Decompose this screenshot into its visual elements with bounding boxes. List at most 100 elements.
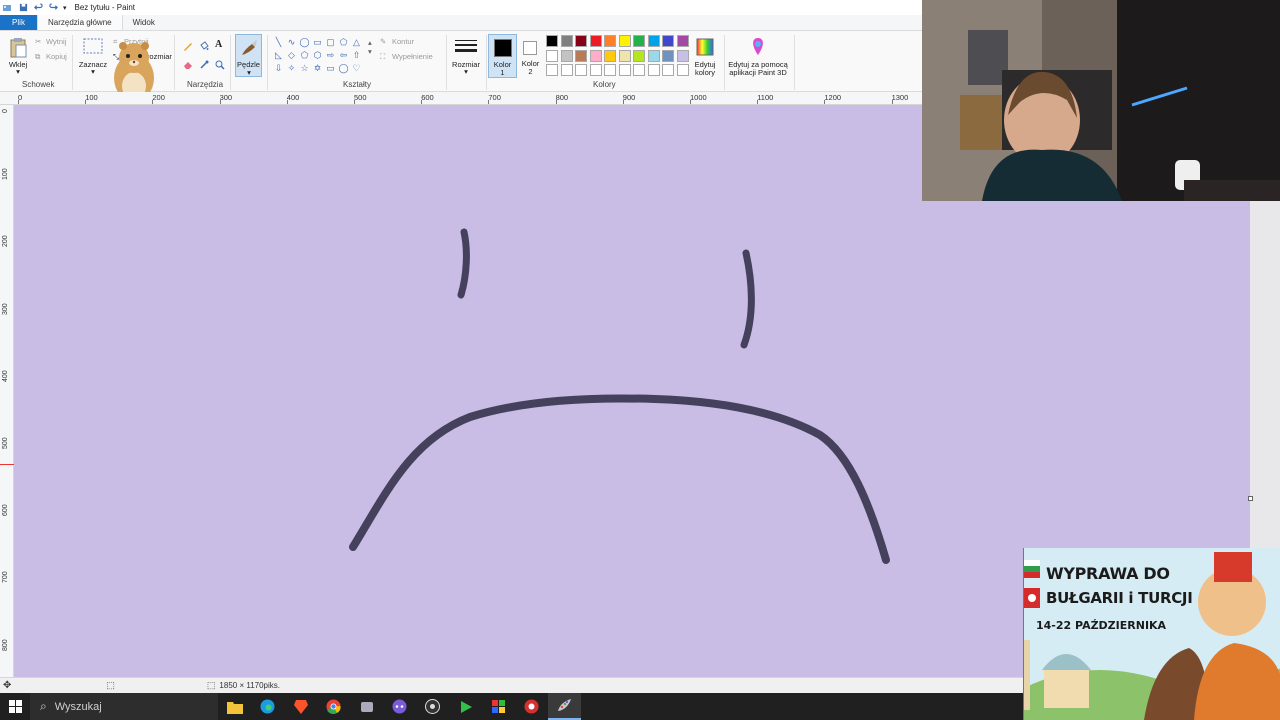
text-tool-icon[interactable]: A	[215, 40, 222, 50]
taskbar-obs[interactable]	[416, 693, 449, 720]
taskbar-app-red[interactable]	[515, 693, 548, 720]
shape-callout-oval-icon[interactable]: ◯	[337, 62, 350, 75]
shape-oval-icon[interactable]: ◯	[298, 36, 311, 49]
shape-polygon-icon[interactable]: ⬠	[337, 36, 350, 49]
taskbar-app-green[interactable]	[449, 693, 482, 720]
taskbar-search[interactable]: ⌕ Wyszukaj	[30, 693, 218, 720]
palette-swatch[interactable]	[604, 64, 616, 76]
color2-button[interactable]: Kolor 2	[519, 34, 542, 78]
shape-rectangle-icon[interactable]: ▭	[311, 36, 324, 49]
taskbar-app-gray[interactable]	[350, 693, 383, 720]
palette-swatch[interactable]	[589, 49, 602, 62]
shape-curve-icon[interactable]: ∿	[285, 36, 298, 49]
undo-icon[interactable]	[34, 3, 43, 12]
shape-arrow-down-icon[interactable]: ⇩	[272, 62, 285, 75]
shape-star4-icon[interactable]: ✧	[285, 62, 298, 75]
redo-icon[interactable]	[49, 3, 58, 12]
palette-swatch[interactable]	[647, 64, 660, 76]
shape-rounded-rectangle-icon[interactable]: ▢	[324, 36, 337, 49]
palette-swatch[interactable]	[662, 35, 674, 47]
palette-swatch[interactable]	[662, 49, 674, 62]
ruler-v-tick-label: 200	[2, 235, 9, 248]
shape-pentagon-icon[interactable]: ⬠	[298, 49, 311, 62]
palette-swatch[interactable]	[618, 49, 631, 62]
size-dropdown-icon[interactable]: ▾	[462, 67, 470, 76]
taskbar-paint[interactable]	[548, 693, 581, 720]
select-dropdown-icon[interactable]: ▾	[89, 67, 97, 76]
color-picker-icon[interactable]	[199, 60, 209, 70]
shape-star5-icon[interactable]: ☆	[298, 62, 311, 75]
palette-swatch[interactable]	[575, 49, 587, 62]
paste-dropdown-icon[interactable]: ▾	[14, 67, 22, 76]
palette-swatch[interactable]	[560, 49, 573, 62]
shapes-scroll-icon[interactable]: ▴ ▾	[368, 38, 372, 56]
palette-swatch[interactable]	[647, 35, 660, 47]
taskbar-app-purple[interactable]	[383, 693, 416, 720]
palette-swatch[interactable]	[618, 64, 631, 76]
palette-swatch[interactable]	[560, 64, 573, 76]
copy-button[interactable]: Kopiuj	[46, 52, 67, 61]
palette-swatch[interactable]	[633, 64, 645, 76]
cut-button[interactable]: Wytnij	[46, 37, 66, 46]
color1-button[interactable]: Kolor 1	[488, 34, 517, 78]
shape-arrow-left-icon[interactable]: ⇦	[337, 49, 350, 62]
shape-arrow-right-icon[interactable]: ⇨	[324, 49, 337, 62]
taskbar-app-multi[interactable]	[482, 693, 515, 720]
size-icon[interactable]	[454, 38, 478, 56]
palette-swatch[interactable]	[633, 35, 645, 47]
shape-star6-icon[interactable]: ✡	[311, 62, 324, 75]
taskbar-chrome[interactable]	[317, 693, 350, 720]
shape-hexagon-icon[interactable]: ⬡	[311, 49, 324, 62]
palette-swatch[interactable]	[589, 35, 602, 47]
palette-swatch[interactable]	[604, 35, 616, 47]
paint3d-line2[interactable]: aplikacji Paint 3D	[726, 68, 790, 77]
fill-button[interactable]: Wypełnienie	[392, 52, 433, 61]
fill-bucket-icon[interactable]	[199, 41, 209, 51]
palette-swatch[interactable]	[546, 64, 558, 76]
shape-triangle-icon[interactable]: △	[350, 36, 363, 49]
palette-swatch[interactable]	[604, 49, 616, 62]
menu-bar: Plik Narzędzia główne Widok	[0, 15, 922, 31]
menu-file[interactable]: Plik	[0, 15, 37, 30]
edit-colors-icon[interactable]	[695, 37, 715, 57]
shape-arrow-up-icon[interactable]: ⇧	[350, 49, 363, 62]
edit-colors-line2[interactable]: kolory	[688, 68, 722, 77]
shape-right-triangle-icon[interactable]: ◺	[272, 49, 285, 62]
paint3d-icon[interactable]	[749, 37, 767, 57]
save-icon[interactable]	[19, 3, 28, 12]
right-eye-stroke	[740, 249, 755, 349]
palette-swatch[interactable]	[546, 49, 558, 62]
palette-swatch[interactable]	[647, 49, 660, 62]
palette-swatch[interactable]	[676, 49, 689, 62]
brushes-button[interactable]: Pędzle ▾	[235, 34, 262, 77]
taskbar-edge[interactable]	[251, 693, 284, 720]
paste-icon[interactable]	[8, 37, 28, 59]
palette-swatch[interactable]	[618, 35, 631, 47]
shape-callout-rect-icon[interactable]: ▭	[324, 62, 337, 75]
pencil-icon[interactable]	[183, 41, 193, 51]
taskbar-file-explorer[interactable]	[218, 693, 251, 720]
palette-swatch[interactable]	[676, 35, 689, 47]
shape-diamond-icon[interactable]: ◇	[285, 49, 298, 62]
select-icon[interactable]	[82, 37, 104, 55]
palette-swatch[interactable]	[546, 35, 558, 47]
tab-home[interactable]: Narzędzia główne	[37, 15, 123, 30]
palette-swatch[interactable]	[662, 64, 674, 76]
start-button[interactable]	[0, 693, 30, 720]
brave-icon	[293, 700, 308, 714]
magnifier-icon[interactable]	[215, 60, 225, 70]
shape-line-icon[interactable]: ╲	[272, 36, 285, 49]
taskbar-brave[interactable]	[284, 693, 317, 720]
palette-swatch[interactable]	[575, 35, 587, 47]
palette-swatch[interactable]	[589, 64, 602, 76]
palette-swatch[interactable]	[633, 49, 645, 62]
palette-swatch[interactable]	[575, 64, 587, 76]
tab-view[interactable]: Widok	[123, 15, 165, 30]
quick-access-dropdown-icon[interactable]: ▾	[63, 4, 67, 12]
shape-heart-icon[interactable]: ♡	[350, 62, 363, 75]
palette-swatch[interactable]	[560, 35, 573, 47]
outline-button[interactable]: Kontur	[392, 37, 414, 46]
palette-swatch[interactable]	[676, 64, 689, 76]
canvas-resize-handle[interactable]	[1248, 496, 1253, 501]
eraser-icon[interactable]	[183, 60, 193, 70]
